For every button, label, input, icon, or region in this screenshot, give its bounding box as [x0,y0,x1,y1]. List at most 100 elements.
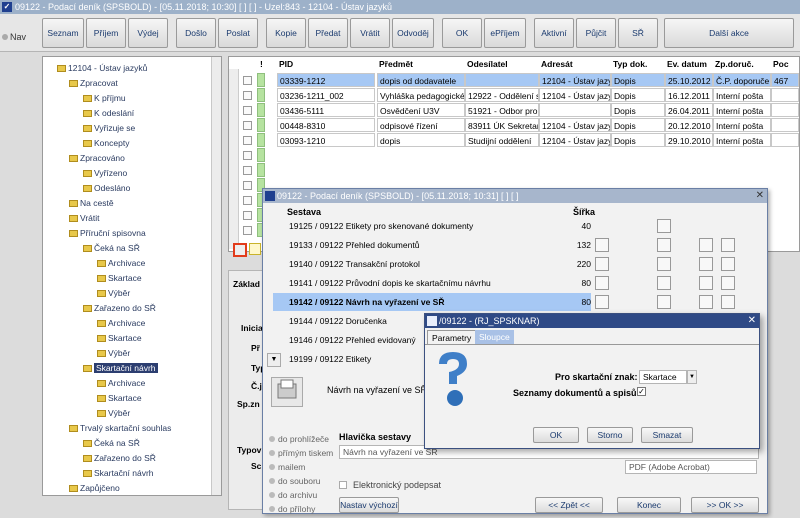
tree-item-koncepty[interactable]: Koncepty [83,136,129,150]
grid-cell-adresat[interactable]: 12104 - Ústav jazy [539,133,611,147]
report-action-icon[interactable] [721,257,735,271]
radio-do-souboru[interactable]: do souboru [269,476,321,486]
grid-cell-odesilatel[interactable]: Studijní oddělení [465,133,539,147]
grid-cell-adresat[interactable]: 12104 - Ústav jazy [539,118,611,132]
grid-cell-datum[interactable]: 29.10.2010 [665,133,713,147]
grid-cell-datum[interactable]: 26.04.2011 [665,103,713,117]
col-header-ev-datum[interactable]: Ev. datum [667,59,707,69]
tree-scrollbar[interactable] [211,57,221,495]
toolbar-button-prijem[interactable]: Příjem [86,18,126,48]
close-icon[interactable]: ✕ [756,189,764,203]
report-action-icon[interactable] [721,238,735,252]
ok-button[interactable]: OK [533,427,579,443]
grid-cell-pid[interactable]: 00448-8310 [277,118,375,132]
row-checkbox[interactable] [243,151,252,160]
report-action-icon[interactable] [657,295,671,309]
col-header-priority[interactable]: ! [260,59,263,69]
report-action-icon[interactable] [595,276,609,290]
tab-sloupce[interactable]: Sloupce [475,330,514,344]
grid-cell-pid[interactable]: 03436-5111 [277,103,375,117]
grid-scrollbar[interactable] [229,69,239,249]
report-item[interactable]: 19140 / 09122 Transakční protokol [273,255,563,273]
grid-cell-predmet[interactable]: Vyhláška pedagogické [377,88,465,102]
report-item[interactable]: 19125 / 09122 Etikety pro skenované doku… [273,217,563,235]
tree-item-skartace[interactable]: Skartace [97,391,142,405]
report-item[interactable]: 19141 / 09122 Průvodní dopis ke skartačn… [273,274,563,292]
tree-item-vyber[interactable]: Výběr [97,286,130,300]
grid-cell-zp[interactable]: Interní pošta [713,103,771,117]
sign-checkbox[interactable] [339,481,347,489]
tree-item-zapujceno[interactable]: Zapůjčeno [69,481,120,495]
toolbar-button-odvodej[interactable]: Odvoděj [392,18,434,48]
row-checkbox[interactable] [243,76,252,85]
tab-parametry[interactable]: Parametry [427,330,477,344]
tree-item-vyber[interactable]: Výběr [97,406,130,420]
nav-toggle[interactable]: Nav [2,32,40,46]
report-action-icon[interactable] [657,238,671,252]
col-header-adresat[interactable]: Adresát [541,59,573,69]
report-action-icon[interactable] [657,219,671,233]
grid-cell-typ[interactable]: Dopis [611,133,665,147]
grid-cell-datum[interactable]: 20.12.2010 [665,118,713,132]
row-checkbox[interactable] [243,106,252,115]
back-button[interactable]: << Zpět << [535,497,603,513]
col-header-odesilatel[interactable]: Odesílatel [467,59,508,69]
col-header-zp-doruc[interactable]: Zp.doruč. [715,59,754,69]
toolbar-button-seznam[interactable]: Seznam [42,18,84,48]
radio-do-prilohy[interactable]: do přílohy [269,504,315,514]
tree-item-zarazeno-do-sr[interactable]: Zařazeno do SŘ [83,301,156,315]
report-action-icon[interactable] [699,238,713,252]
grid-cell-poc[interactable] [771,103,799,117]
tree-item-vratit[interactable]: Vrátit [69,211,100,225]
tree-item-root[interactable]: 12104 - Ústav jazyků [57,61,147,75]
report-action-icon[interactable] [699,295,713,309]
tree-item-k-prijmu[interactable]: K příjmu [83,91,126,105]
grid-cell-zp[interactable]: Interní pošta [713,133,771,147]
col-header-pid[interactable]: PID [279,59,293,69]
col-header-poc[interactable]: Poc [773,59,789,69]
filter-icon[interactable] [233,243,247,257]
grid-cell-typ[interactable]: Dopis [611,73,665,87]
smazat-button[interactable]: Smazat [641,427,693,443]
grid-cell-adresat[interactable]: 12104 - Ústav jazy [539,73,611,87]
grid-cell-predmet[interactable]: odpisové řízení [377,118,465,132]
toolbar-button-aktivni[interactable]: Aktivní [534,18,574,48]
chevron-down-icon[interactable]: ▼ [687,370,697,384]
grid-cell-adresat[interactable]: 12104 - Ústav jazy [539,88,611,102]
report-action-icon[interactable] [595,238,609,252]
tree-item-archivace[interactable]: Archivace [97,256,145,270]
close-icon[interactable]: ✕ [748,314,756,328]
radio-mailem[interactable]: mailem [269,462,305,472]
report-action-icon[interactable] [721,276,735,290]
report-action-icon[interactable] [699,257,713,271]
row-checkbox[interactable] [243,121,252,130]
toolbar-button-eprijem[interactable]: ePříjem [484,18,526,48]
grid-cell-pid[interactable]: 03093-1210 [277,133,375,147]
grid-cell-predmet[interactable]: dopis [377,133,465,147]
grid-cell-typ[interactable]: Dopis [611,103,665,117]
row-checkbox[interactable] [243,211,252,220]
format-select[interactable]: PDF (Adobe Acrobat) [625,460,757,474]
row-checkbox[interactable] [243,181,252,190]
grid-cell-datum[interactable]: 25.10.2012 [665,73,713,87]
end-button[interactable]: Konec [617,497,681,513]
toolbar-button-kopie[interactable]: Kopie [266,18,306,48]
tree-item-vyrizuje-se[interactable]: Vyřizuje se [83,121,135,135]
radio-do-prohlizece[interactable]: do prohlížeče [269,434,329,444]
grid-cell-typ[interactable]: Dopis [611,118,665,132]
seznamy-checkbox[interactable]: ✓ [637,387,646,396]
tree-item-k-odeslani[interactable]: K odeslání [83,106,134,120]
tree-item-ceka-na-sr[interactable]: Čeká na SŘ [83,436,140,450]
toolbar-button-ok[interactable]: OK [442,18,482,48]
grid-cell-odesilatel[interactable]: 51921 - Odbor pro [465,103,539,117]
grid-cell-zp[interactable]: Č.P. doporuče [713,73,771,87]
skartacni-znak-select[interactable]: Skartace [639,370,687,384]
grid-cell-pid[interactable]: 03236-1211_002 [277,88,375,102]
grid-cell-poc[interactable] [771,133,799,147]
report-item[interactable]: 19142 / 09122 Návrh na vyřazení ve SŘ [273,293,573,311]
tree-item-archivace[interactable]: Archivace [97,376,145,390]
grid-cell-typ[interactable]: Dopis [611,88,665,102]
settings-button[interactable]: Nastav výchozí [339,497,399,513]
col-header-typ-dok[interactable]: Typ dok. [613,59,647,69]
tree-item-vyrizeno[interactable]: Vyřízeno [83,166,127,180]
